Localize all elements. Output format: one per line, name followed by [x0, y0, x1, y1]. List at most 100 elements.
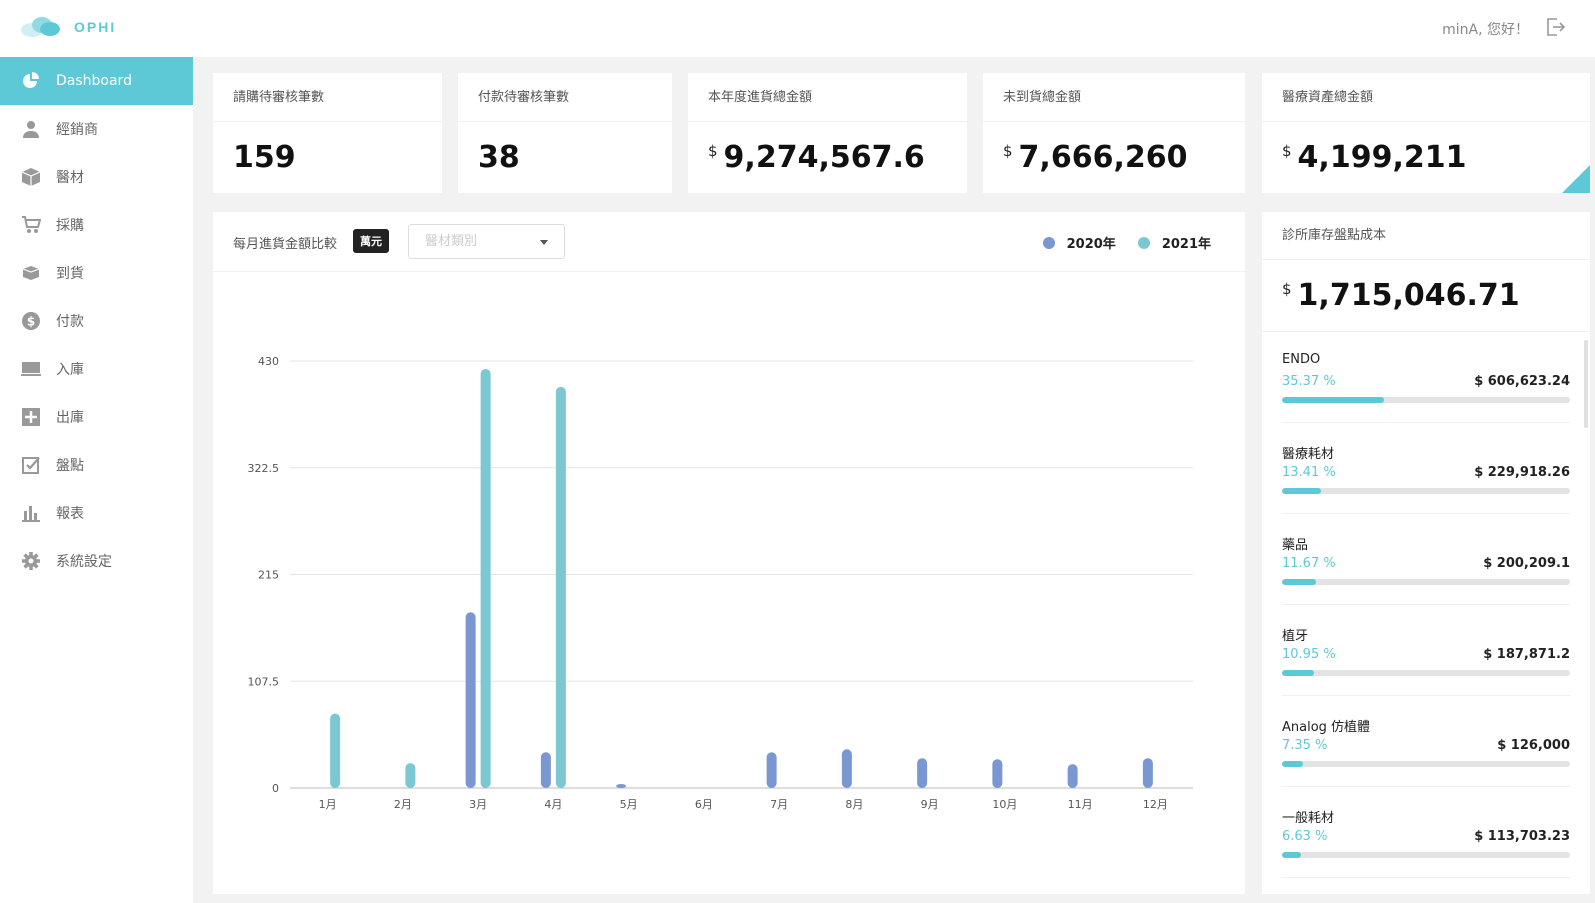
x-tick-label: 5月 — [620, 798, 638, 811]
category-select[interactable]: 醫材類別 — [408, 224, 565, 259]
legend-dot — [1042, 236, 1055, 249]
x-tick-label: 8月 — [845, 798, 863, 811]
scrollbar[interactable] — [1584, 340, 1588, 428]
sidebar-item-label: 到貨 — [56, 266, 84, 282]
legend-dot — [1137, 236, 1150, 249]
y-tick-label: 0 — [272, 782, 279, 795]
dollar-icon: $ — [20, 310, 42, 332]
currency-symbol: $ — [1003, 142, 1013, 160]
sidebar-item-outbound[interactable]: 出庫 — [0, 393, 193, 441]
sidebar-item-label: 醫材 — [56, 170, 84, 186]
y-tick-label: 107.5 — [248, 675, 280, 688]
sidebar-item-label: 系統設定 — [56, 554, 112, 570]
x-tick-label: 9月 — [921, 798, 939, 811]
x-tick-label: 6月 — [695, 798, 713, 811]
inbound-icon — [20, 358, 42, 380]
progress-track — [1282, 670, 1570, 676]
app-logo[interactable]: OPHI — [20, 15, 116, 39]
item-name: 藥品 — [1282, 538, 1309, 553]
x-tick-label: 10月 — [992, 798, 1017, 811]
checklist-icon — [20, 454, 42, 476]
item-percent: 10.95 % — [1282, 647, 1336, 662]
chart-header: 每月進貨金額比較 萬元 醫材類別 2020年 2021年 — [213, 212, 1245, 272]
stat-title: 未到貨總金額 — [983, 73, 1245, 122]
inventory-list[interactable]: ENDO 35.37 % $ 606,623.24 醫療耗材 13.41 % $… — [1262, 332, 1590, 885]
sidebar-item-medical-supplies[interactable]: 醫材 — [0, 153, 193, 201]
box-icon — [20, 166, 42, 188]
sidebar-item-reports[interactable]: 報表 — [0, 489, 193, 537]
progress-fill — [1282, 488, 1321, 494]
stat-title: 付款待審核筆數 — [458, 73, 672, 122]
legend-item[interactable]: 2020年 — [1042, 233, 1116, 252]
select-placeholder: 醫材類別 — [425, 234, 478, 249]
logout-icon — [1547, 18, 1566, 36]
sidebar-item-settings[interactable]: 系統設定 — [0, 537, 193, 585]
x-tick-label: 12月 — [1143, 798, 1168, 811]
x-tick-label: 7月 — [770, 798, 788, 811]
chart-bar — [1142, 758, 1153, 788]
item-percent: 7.35 % — [1282, 738, 1328, 753]
stat-value: 4,199,211 — [1297, 140, 1467, 175]
stat-value: 7,666,260 — [1018, 140, 1188, 175]
legend-label: 2021年 — [1161, 237, 1211, 252]
dashboard-icon — [20, 70, 42, 92]
sidebar-item-inbound[interactable]: 入庫 — [0, 345, 193, 393]
progress-track — [1282, 488, 1570, 494]
item-percent: 35.37 % — [1282, 374, 1336, 389]
sidebar-item-delivery[interactable]: 到貨 — [0, 249, 193, 297]
sidebar-item-label: 入庫 — [56, 362, 84, 378]
chart-bar — [917, 758, 928, 788]
progress-track — [1282, 579, 1570, 585]
logout-button[interactable] — [1543, 15, 1567, 43]
chart-bar — [480, 368, 491, 788]
list-item: Analog 仿植體 7.35 % $ 126,000 — [1282, 696, 1570, 787]
currency-symbol: $ — [1282, 280, 1292, 298]
y-tick-label: 322.5 — [248, 462, 280, 475]
item-amount: $ 606,623.24 — [1474, 374, 1570, 389]
x-tick-label: 1月 — [319, 798, 337, 811]
stat-card-annual-purchase: 本年度進貨總金額 $ 9,274,567.6 — [688, 73, 967, 193]
stat-title: 本年度進貨總金額 — [688, 73, 967, 122]
monthly-purchase-chart-card: 每月進貨金額比較 萬元 醫材類別 2020年 2021年 0 107.5 215 32… — [213, 212, 1245, 894]
progress-track — [1282, 852, 1570, 858]
report-icon — [20, 502, 42, 524]
list-item: ENDO 35.37 % $ 606,623.24 — [1282, 332, 1570, 423]
inventory-total: $ 1,715,046.71 — [1262, 260, 1590, 332]
sidebar-item-dashboard[interactable]: Dashboard — [0, 57, 193, 105]
item-percent: 6.63 % — [1282, 829, 1328, 844]
item-name: 醫療耗材 — [1282, 447, 1335, 462]
currency-symbol: $ — [1282, 142, 1292, 160]
list-item: 藥品 11.67 % $ 200,209.1 — [1282, 514, 1570, 605]
outbound-icon — [20, 406, 42, 428]
item-percent: 11.67 % — [1282, 556, 1336, 571]
sidebar: Dashboard 經銷商 醫材 採購 到貨 $ 付款 入庫 出庫 盤點 報表 … — [0, 57, 193, 903]
chart-bar — [766, 752, 777, 788]
chart-legend: 2020年 2021年 — [1021, 233, 1211, 252]
stat-card-pending-payment: 付款待審核筆數 38 — [458, 73, 672, 193]
sidebar-item-payment[interactable]: $ 付款 — [0, 297, 193, 345]
stat-value: 159 — [233, 140, 296, 175]
stat-card-pending-purchase: 請購待審核筆數 159 — [213, 73, 442, 193]
bar-chart: 0 107.5 215 322.5 430 1月 2月 3月 4月 5月 6月 7月 8月 9月 10月 11… — [248, 355, 1193, 811]
stat-card-medical-assets: 醫療資產總金額 $ 4,199,211 — [1262, 73, 1590, 193]
currency-symbol: $ — [708, 142, 718, 160]
legend-item[interactable]: 2021年 — [1137, 233, 1211, 252]
stat-card-undelivered: 未到貨總金額 $ 7,666,260 — [983, 73, 1245, 193]
sidebar-item-dealers[interactable]: 經銷商 — [0, 105, 193, 153]
stat-value: 38 — [478, 140, 520, 175]
unit-badge: 萬元 — [353, 229, 389, 253]
sidebar-item-purchasing[interactable]: 採購 — [0, 201, 193, 249]
gear-icon — [20, 550, 42, 572]
chart-bar — [616, 784, 627, 788]
corner-accent — [1562, 165, 1590, 193]
item-name: Analog 仿植體 — [1282, 720, 1371, 735]
progress-track — [1282, 761, 1570, 767]
list-item: 植牙 10.95 % $ 187,871.2 — [1282, 605, 1570, 696]
cloud-logo-icon — [21, 17, 60, 37]
x-tick-label: 11月 — [1068, 798, 1093, 811]
chart-bar — [540, 752, 551, 788]
svg-text:$: $ — [27, 315, 35, 329]
item-amount: $ 126,000 — [1497, 738, 1570, 753]
sidebar-item-stocktake[interactable]: 盤點 — [0, 441, 193, 489]
user-icon — [20, 118, 42, 140]
